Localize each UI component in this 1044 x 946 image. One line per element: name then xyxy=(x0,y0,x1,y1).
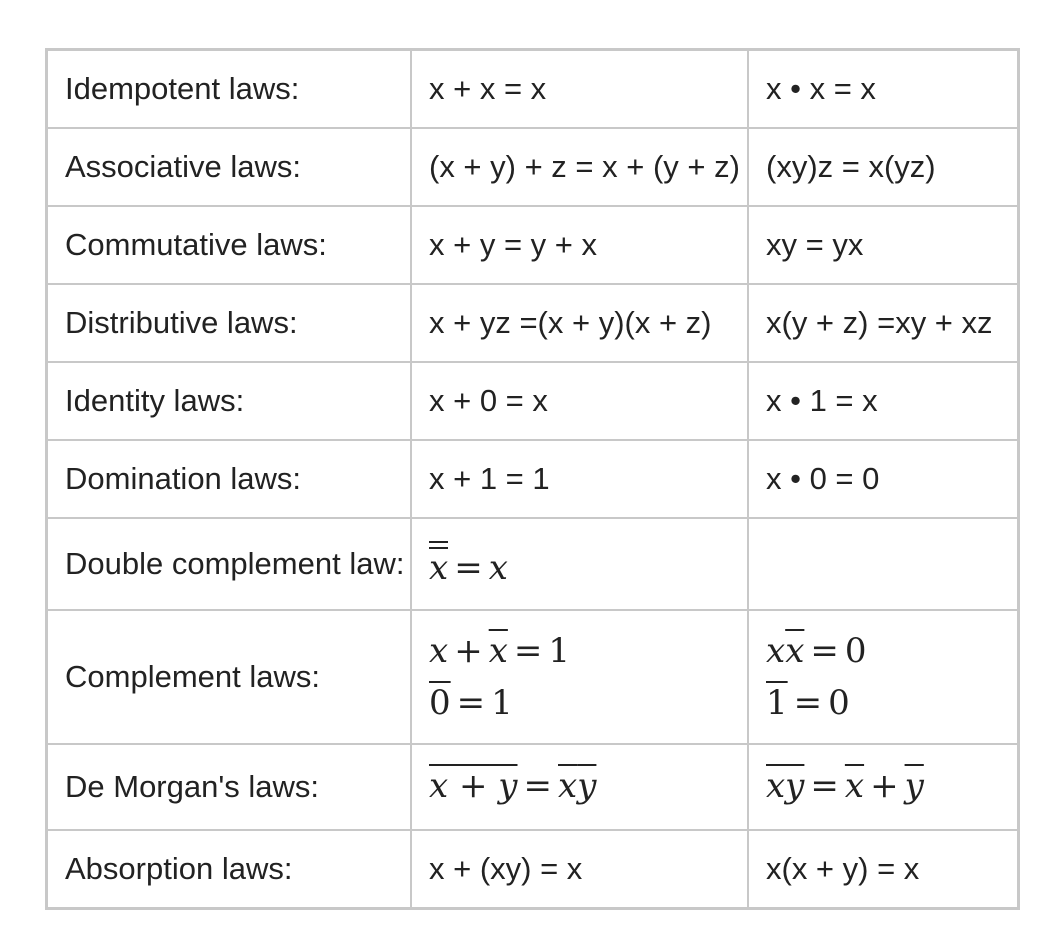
law-name: Distributive laws: xyxy=(45,282,412,363)
table-row: De Morgan's laws: x + y = xy xy = x + y xyxy=(45,742,1020,831)
table-row: Domination laws: x + 1 = 1 x • 0 = 0 xyxy=(45,438,1020,519)
law-right: xy = x + y xyxy=(747,742,1020,831)
law-name: Domination laws: xyxy=(45,438,412,519)
law-left: (x + y) + z = x + (y + z) xyxy=(410,126,749,207)
table-row: Identity laws: x + 0 = x x • 1 = x xyxy=(45,360,1020,441)
double-overline: x xyxy=(429,540,449,585)
law-right: x(x + y) = x xyxy=(747,828,1020,910)
law-left: x + x = x xyxy=(410,48,749,129)
complement-formula-line: x + x = 1 xyxy=(429,630,571,671)
law-left: x + 1 = 1 xyxy=(410,438,749,519)
law-left: x + 0 = x xyxy=(410,360,749,441)
table-row: Distributive laws: x + yz =(x + y)(x + z… xyxy=(45,282,1020,363)
law-right: xx = 0 1 = 0 xyxy=(747,608,1020,745)
boolean-laws-table: Idempotent laws: x + x = x x • x = x Ass… xyxy=(45,48,1020,910)
law-name: Associative laws: xyxy=(45,126,412,207)
complement-formula-line: 1 = 0 xyxy=(766,682,850,723)
table-row: Double complement law: x = x xyxy=(45,516,1020,611)
law-name: De Morgan's laws: xyxy=(45,742,412,831)
law-name: Double complement law: xyxy=(45,516,412,611)
law-name: Absorption laws: xyxy=(45,828,412,910)
law-right: x • 0 = 0 xyxy=(747,438,1020,519)
complement-formula-line: 0 = 1 xyxy=(429,682,513,723)
table-row: Absorption laws: x + (xy) = x x(x + y) =… xyxy=(45,828,1020,910)
law-left: x + (xy) = x xyxy=(410,828,749,910)
law-left: x = x xyxy=(410,516,749,611)
table-row: Idempotent laws: x + x = x x • x = x xyxy=(45,48,1020,129)
law-left: x + y = xy xyxy=(410,742,749,831)
law-right xyxy=(747,516,1020,611)
table-row: Associative laws: (x + y) + z = x + (y +… xyxy=(45,126,1020,207)
law-right: (xy)z = x(yz) xyxy=(747,126,1020,207)
law-name: Complement laws: xyxy=(45,608,412,745)
law-left: x + x = 1 0 = 1 xyxy=(410,608,749,745)
de-morgan-formula: x + y = xy xyxy=(429,765,597,806)
table-row: Commutative laws: x + y = y + x xy = yx xyxy=(45,204,1020,285)
double-complement-formula: x = x xyxy=(429,540,508,588)
law-name: Commutative laws: xyxy=(45,204,412,285)
de-morgan-formula: xy = x + y xyxy=(766,765,924,806)
law-right: xy = yx xyxy=(747,204,1020,285)
law-right: x(y + z) =xy + xz xyxy=(747,282,1020,363)
table-row: Complement laws: x + x = 1 0 = 1 xx = 0 1 = 0 xyxy=(45,608,1020,745)
law-name: Identity laws: xyxy=(45,360,412,441)
law-left: x + yz =(x + y)(x + z) xyxy=(410,282,749,363)
law-right: x • 1 = x xyxy=(747,360,1020,441)
law-name: Idempotent laws: xyxy=(45,48,412,129)
law-left: x + y = y + x xyxy=(410,204,749,285)
law-right: x • x = x xyxy=(747,48,1020,129)
complement-formula-line: xx = 0 xyxy=(766,630,867,671)
